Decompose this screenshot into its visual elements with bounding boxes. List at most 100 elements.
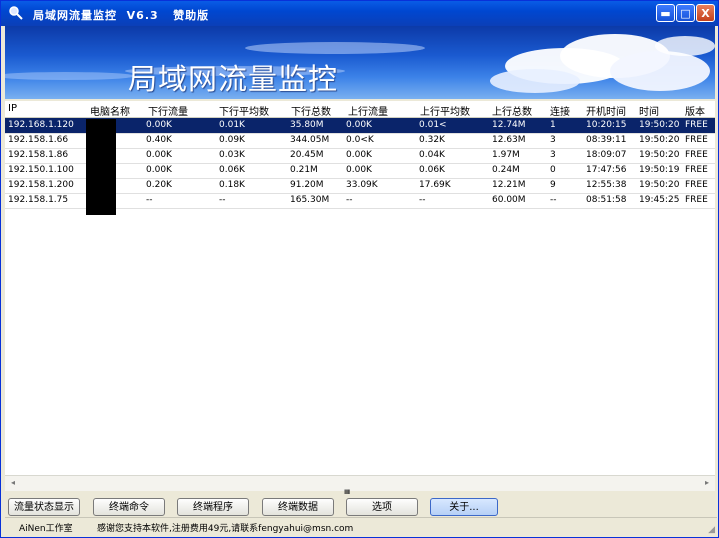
- scroll-left-icon[interactable]: ◂: [11, 478, 15, 487]
- cell-down: --: [146, 195, 153, 205]
- cell-ip: 192.158.1.66: [8, 135, 69, 145]
- cell-down-total: 91.20M: [290, 180, 324, 190]
- scroll-right-icon[interactable]: ▸: [705, 478, 709, 487]
- cell-conn: --: [550, 195, 557, 205]
- cell-up: --: [346, 195, 353, 205]
- cell-time: 19:50:19: [639, 165, 680, 175]
- sky-clouds-image: [5, 34, 715, 93]
- cell-up-total: 1.97M: [492, 150, 520, 160]
- client-command-button[interactable]: 终端命令: [93, 498, 165, 516]
- client-program-button[interactable]: 终端程序: [177, 498, 249, 516]
- cell-ip: 192.158.1.75: [8, 195, 69, 205]
- cell-up-avg: 0.06K: [419, 165, 445, 175]
- cell-down-total: 0.21M: [290, 165, 318, 175]
- cell-time: 19:50:20: [639, 180, 680, 190]
- window-title: 局域网流量监控 V6.3 赞助版: [33, 9, 210, 22]
- cell-up-total: 12.21M: [492, 180, 526, 190]
- studio-label: AiNen工作室: [19, 524, 73, 534]
- cell-up-total: 60.00M: [492, 195, 526, 205]
- cell-down: 0.00K: [146, 165, 172, 175]
- cell-up: 0.00K: [346, 165, 372, 175]
- cell-ip: 192.150.1.100: [8, 165, 74, 175]
- cell-down: 0.00K: [146, 120, 172, 130]
- splitter-grip[interactable]: IIIIIII: [344, 489, 376, 496]
- about-button[interactable]: 关于...: [430, 498, 498, 516]
- cell-conn: 9: [550, 180, 556, 190]
- header-boot-time[interactable]: 开机时间: [586, 103, 626, 118]
- cell-down: 0.20K: [146, 180, 172, 190]
- cell-up-avg: 0.04K: [419, 150, 445, 160]
- header-up-avg[interactable]: 上行平均数: [420, 103, 470, 118]
- cell-down-avg: --: [219, 195, 226, 205]
- redaction-block: [86, 119, 116, 215]
- cell-conn: 0: [550, 165, 556, 175]
- cell-time: 19:50:20: [639, 120, 680, 130]
- cell-up-avg: 0.32K: [419, 135, 445, 145]
- cell-boot: 08:51:58: [586, 195, 627, 205]
- cell-down: 0.00K: [146, 150, 172, 160]
- cell-up: 33.09K: [346, 180, 378, 190]
- cell-boot: 08:39:11: [586, 135, 627, 145]
- cell-down-total: 165.30M: [290, 195, 330, 205]
- cell-up-avg: 17.69K: [419, 180, 451, 190]
- cell-down-total: 35.80M: [290, 120, 324, 130]
- header-up-rate[interactable]: 上行流量: [348, 103, 388, 118]
- cell-up-avg: --: [419, 195, 426, 205]
- cell-ver: FREE: [685, 165, 708, 175]
- cell-ver: FREE: [685, 120, 708, 130]
- main-window: 局域网流量监控 V6.3 赞助版 ▬ □ X 局域网流量监控 IP 电脑名称 下…: [0, 0, 719, 538]
- cell-down-total: 20.45M: [290, 150, 324, 160]
- client-data-button[interactable]: 终端数据: [262, 498, 334, 516]
- cell-ip: 192.168.1.120: [8, 120, 74, 130]
- cell-ip: 192.158.1.86: [8, 150, 69, 160]
- cell-down-avg: 0.18K: [219, 180, 245, 190]
- cell-boot: 17:47:56: [586, 165, 627, 175]
- cell-ip: 192.158.1.200: [8, 180, 74, 190]
- header-down-avg[interactable]: 下行平均数: [219, 103, 269, 118]
- cell-conn: 3: [550, 150, 556, 160]
- cell-ver: FREE: [685, 180, 708, 190]
- table-header: IP 电脑名称 下行流量 下行平均数 下行总数 上行流量 上行平均数 上行总数 …: [5, 101, 715, 118]
- header-connections[interactable]: 连接: [550, 103, 570, 118]
- cell-up: 0.00K: [346, 120, 372, 130]
- options-button[interactable]: 选项: [346, 498, 418, 516]
- banner-title: 局域网流量监控: [128, 62, 339, 96]
- cell-time: 19:45:25: [639, 195, 680, 205]
- minimize-button[interactable]: ▬: [656, 4, 675, 22]
- cell-down-avg: 0.09K: [219, 135, 245, 145]
- flow-status-button[interactable]: 流量状态显示: [8, 498, 80, 516]
- cell-down: 0.40K: [146, 135, 172, 145]
- status-message: 感谢您支持本软件,注册费用49元,请联系fengyahui@msn.com: [97, 524, 354, 534]
- header-time[interactable]: 时间: [639, 103, 659, 118]
- cell-down-avg: 0.01K: [219, 120, 245, 130]
- status-bar: AiNen工作室 感谢您支持本软件,注册费用49元,请联系fengyahui@m…: [5, 517, 717, 536]
- cell-up-total: 12.74M: [492, 120, 526, 130]
- cell-up-total: 0.24M: [492, 165, 520, 175]
- header-up-total[interactable]: 上行总数: [492, 103, 532, 118]
- header-down-rate[interactable]: 下行流量: [148, 103, 188, 118]
- header-version[interactable]: 版本: [685, 103, 705, 118]
- banner: 局域网流量监控: [5, 26, 715, 99]
- cell-down-avg: 0.03K: [219, 150, 245, 160]
- cell-time: 19:50:20: [639, 135, 680, 145]
- cell-ver: FREE: [685, 135, 708, 145]
- cell-ver: FREE: [685, 195, 708, 205]
- header-ip[interactable]: IP: [8, 103, 17, 114]
- header-computer-name[interactable]: 电脑名称: [90, 103, 130, 118]
- cell-up-avg: 0.01<: [419, 120, 447, 130]
- cell-boot: 10:20:15: [586, 120, 627, 130]
- cell-conn: 3: [550, 135, 556, 145]
- header-down-total[interactable]: 下行总数: [291, 103, 331, 118]
- cell-up: 0.0<K: [346, 135, 374, 145]
- cell-boot: 18:09:07: [586, 150, 627, 160]
- cell-down-total: 344.05M: [290, 135, 330, 145]
- resize-grip-icon[interactable]: ◢: [708, 525, 715, 535]
- cell-time: 19:50:20: [639, 150, 680, 160]
- maximize-button[interactable]: □: [676, 4, 695, 22]
- cell-ver: FREE: [685, 150, 708, 160]
- cell-up-total: 12.63M: [492, 135, 526, 145]
- close-button[interactable]: X: [696, 4, 715, 22]
- cell-conn: 1: [550, 120, 556, 130]
- title-bar[interactable]: 局域网流量监控 V6.3 赞助版 ▬ □ X: [1, 1, 718, 26]
- cell-up: 0.00K: [346, 150, 372, 160]
